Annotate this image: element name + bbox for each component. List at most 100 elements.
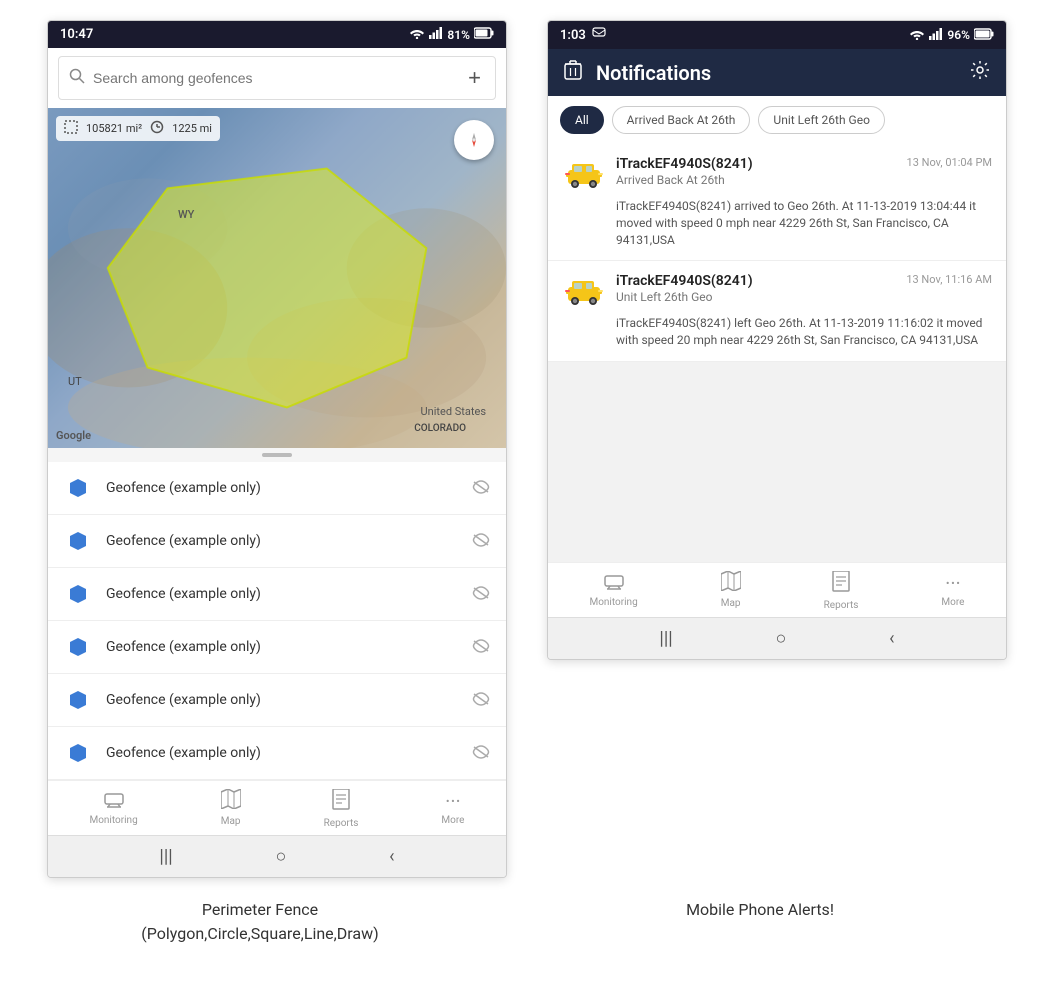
more-icon-right: ··· [945,571,961,595]
timer-icon [150,120,164,137]
right-phone-screen: 1:03 96% N [547,20,1007,660]
eye-icon-3 [472,585,490,604]
home-icon-right[interactable]: ○ [775,628,786,649]
map-label: Map [221,816,241,827]
distance-value: 1225 mi [172,122,212,135]
reports-icon-right [831,571,851,598]
nav-reports[interactable]: Reports [324,789,359,829]
eye-icon-4 [472,638,490,657]
event-type-1: Arrived Back At 26th [616,173,897,187]
battery-right: 96% [947,28,970,42]
nav-monitoring-right[interactable]: Monitoring [589,571,637,611]
notifications-header: Notifications [548,49,1006,96]
left-status-icons: 81% [409,27,494,42]
geofence-icon-4 [64,633,92,661]
car-avatar-1 [562,156,606,192]
colorado-label: COLORADO [414,423,466,434]
android-nav-left: ||| ○ ‹ [48,835,506,877]
geofence-name-6: Geofence (example only) [106,745,458,761]
notif-info-1: iTrackEF4940S(8241) Arrived Back At 26th [616,156,897,187]
eye-icon-1 [472,479,490,498]
battery-icon-left [474,27,494,42]
google-logo: Google [56,429,91,442]
nav-monitoring[interactable]: Monitoring [89,789,137,829]
scroll-indicator [48,448,506,462]
battery-icon-right [974,28,994,43]
filter-all[interactable]: All [560,106,604,134]
recent-apps-icon-right[interactable]: ||| [659,628,672,649]
filter-arrived[interactable]: Arrived Back At 26th [612,106,751,134]
nav-reports-right[interactable]: Reports [824,571,859,611]
back-icon[interactable]: ‹ [389,846,394,867]
nav-map[interactable]: Map [221,789,241,829]
ut-label: UT [68,375,82,388]
notifications-title: Notifications [596,61,956,85]
signal-icon-right [929,28,943,43]
device-name-2: iTrackEF4940S(8241) [616,273,896,289]
map-svg [48,108,506,448]
notif-body-1: iTrackEF4940S(8241) arrived to Geo 26th.… [616,198,992,248]
list-item[interactable]: Geofence (example only) [48,515,506,568]
signal-icon [429,27,443,42]
nav-more[interactable]: ··· More [441,789,464,829]
search-bar[interactable]: + [58,56,496,100]
nav-map-right[interactable]: Map [721,571,741,611]
compass-button[interactable] [454,120,494,160]
list-item[interactable]: Geofence (example only) [48,674,506,727]
geofence-name-2: Geofence (example only) [106,533,458,549]
eye-icon-2 [472,532,490,551]
wifi-icon [409,27,425,42]
notif-time-1: 13 Nov, 01:04 PM [907,156,992,169]
back-icon-right[interactable]: ‹ [889,628,894,649]
left-caption: Perimeter Fence(Polygon,Circle,Square,Li… [30,898,490,946]
nav-more-right[interactable]: ··· More [941,571,964,611]
geofence-name-3: Geofence (example only) [106,586,458,602]
left-status-bar: 10:47 81% [48,21,506,48]
monitoring-icon [103,789,125,813]
list-item[interactable]: Geofence (example only) [48,727,506,780]
search-input[interactable] [93,70,456,86]
filter-tabs: All Arrived Back At 26th Unit Left 26th … [548,96,1006,144]
filter-left[interactable]: Unit Left 26th Geo [758,106,885,134]
list-item[interactable]: Geofence (example only) [48,568,506,621]
bottom-nav-right: Monitoring Map Reports ··· More [548,562,1006,617]
bottom-nav-left: Monitoring Map Reports ··· More [48,780,506,835]
add-geofence-button[interactable]: + [464,65,485,91]
reports-icon [331,789,351,816]
more-label: More [441,815,464,826]
right-caption: Mobile Phone Alerts! [530,898,990,946]
geofence-icon-1 [64,474,92,502]
us-label: United States [421,405,486,418]
home-icon[interactable]: ○ [275,846,286,867]
settings-button[interactable] [970,60,990,85]
android-nav-right: ||| ○ ‹ [548,617,1006,659]
monitoring-label-right: Monitoring [589,597,637,608]
battery-left: 81% [447,28,470,42]
more-icon: ··· [445,789,461,813]
geofence-list: Geofence (example only) Geofence (exampl… [48,462,506,780]
geofence-name-1: Geofence (example only) [106,480,458,496]
empty-area [548,362,1006,562]
monitoring-label: Monitoring [89,815,137,826]
car-avatar-2 [562,273,606,309]
notification-item-1[interactable]: iTrackEF4940S(8241) Arrived Back At 26th… [548,144,1006,261]
list-item[interactable]: Geofence (example only) [48,462,506,515]
geofence-name-4: Geofence (example only) [106,639,458,655]
map-stats: 105821 mi² 1225 mi [56,116,220,141]
captions-row: Perimeter Fence(Polygon,Circle,Square,Li… [0,888,1054,956]
delete-button[interactable] [564,59,582,86]
notification-list: iTrackEF4940S(8241) Arrived Back At 26th… [548,144,1006,362]
notif-info-2: iTrackEF4940S(8241) Unit Left 26th Geo [616,273,896,304]
reports-label: Reports [324,818,359,829]
eye-icon-5 [472,691,490,710]
notification-item-2[interactable]: iTrackEF4940S(8241) Unit Left 26th Geo 1… [548,261,1006,362]
notif-time-2: 13 Nov, 11:16 AM [906,273,992,286]
monitoring-icon-right [603,571,625,595]
reports-label-right: Reports [824,600,859,611]
wifi-icon-right [909,28,925,43]
area-icon [64,120,78,137]
recent-apps-icon[interactable]: ||| [159,846,172,867]
list-item[interactable]: Geofence (example only) [48,621,506,674]
left-phone-screen: 10:47 81% + [47,20,507,878]
geofence-icon-3 [64,580,92,608]
